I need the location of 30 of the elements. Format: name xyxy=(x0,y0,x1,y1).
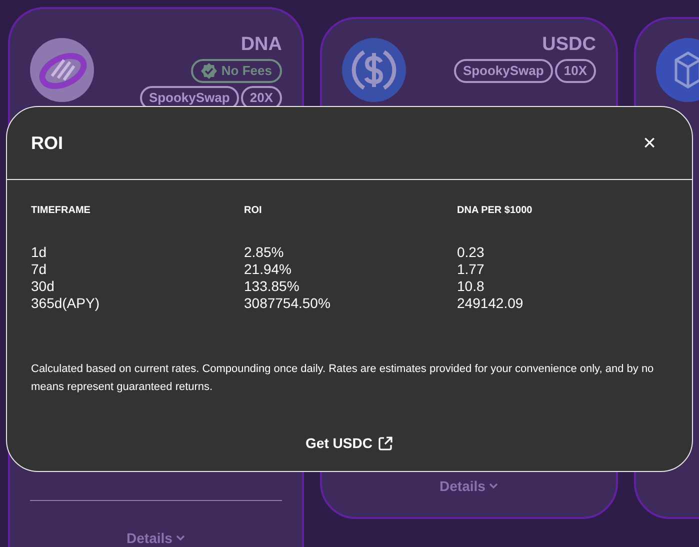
table-cell: 7d xyxy=(31,261,47,277)
column-header: TIMEFRAME xyxy=(31,204,92,218)
table-cell: 365d(APY) xyxy=(31,295,100,311)
tag: 10X xyxy=(554,59,596,83)
external-link-icon xyxy=(378,436,394,450)
table-cell: 133.85% xyxy=(244,278,300,294)
table-cell: 10.8 xyxy=(457,278,484,294)
disclaimer-text: Calculated based on current rates. Compounding once daily. Rates are estimates provided for your convenience only, and by no means represent guaranteed returns. xyxy=(31,362,655,395)
table-cell: 3087754.50% xyxy=(244,295,330,311)
table-cell: 21.94% xyxy=(244,261,292,277)
table-cell: 2.85% xyxy=(244,244,284,260)
tag: SpookySwap xyxy=(454,59,553,83)
table-cell: 1.77 xyxy=(457,261,484,277)
table-cell: 249142.09 xyxy=(457,295,524,311)
table-cell: 30d xyxy=(31,278,54,294)
column-header: ROI xyxy=(244,204,263,218)
helix-logo-icon xyxy=(30,38,94,102)
modal-title: ROI xyxy=(31,132,64,154)
table-cell: 1d xyxy=(31,244,47,260)
table-cell: 0.23 xyxy=(457,244,484,260)
close-button[interactable]: × xyxy=(643,132,656,154)
chevron-down-icon xyxy=(489,483,498,489)
column-header: DNA PER $1000 xyxy=(457,204,534,218)
token-name: USDC xyxy=(542,34,596,56)
token-name: DNA xyxy=(240,34,282,56)
fee-badge: No Fees xyxy=(191,59,282,83)
dollar-coin-icon xyxy=(342,38,406,102)
verified-check-icon xyxy=(201,63,218,79)
chevron-down-icon xyxy=(176,535,186,541)
get-token-link[interactable]: Get USDC xyxy=(300,434,400,452)
